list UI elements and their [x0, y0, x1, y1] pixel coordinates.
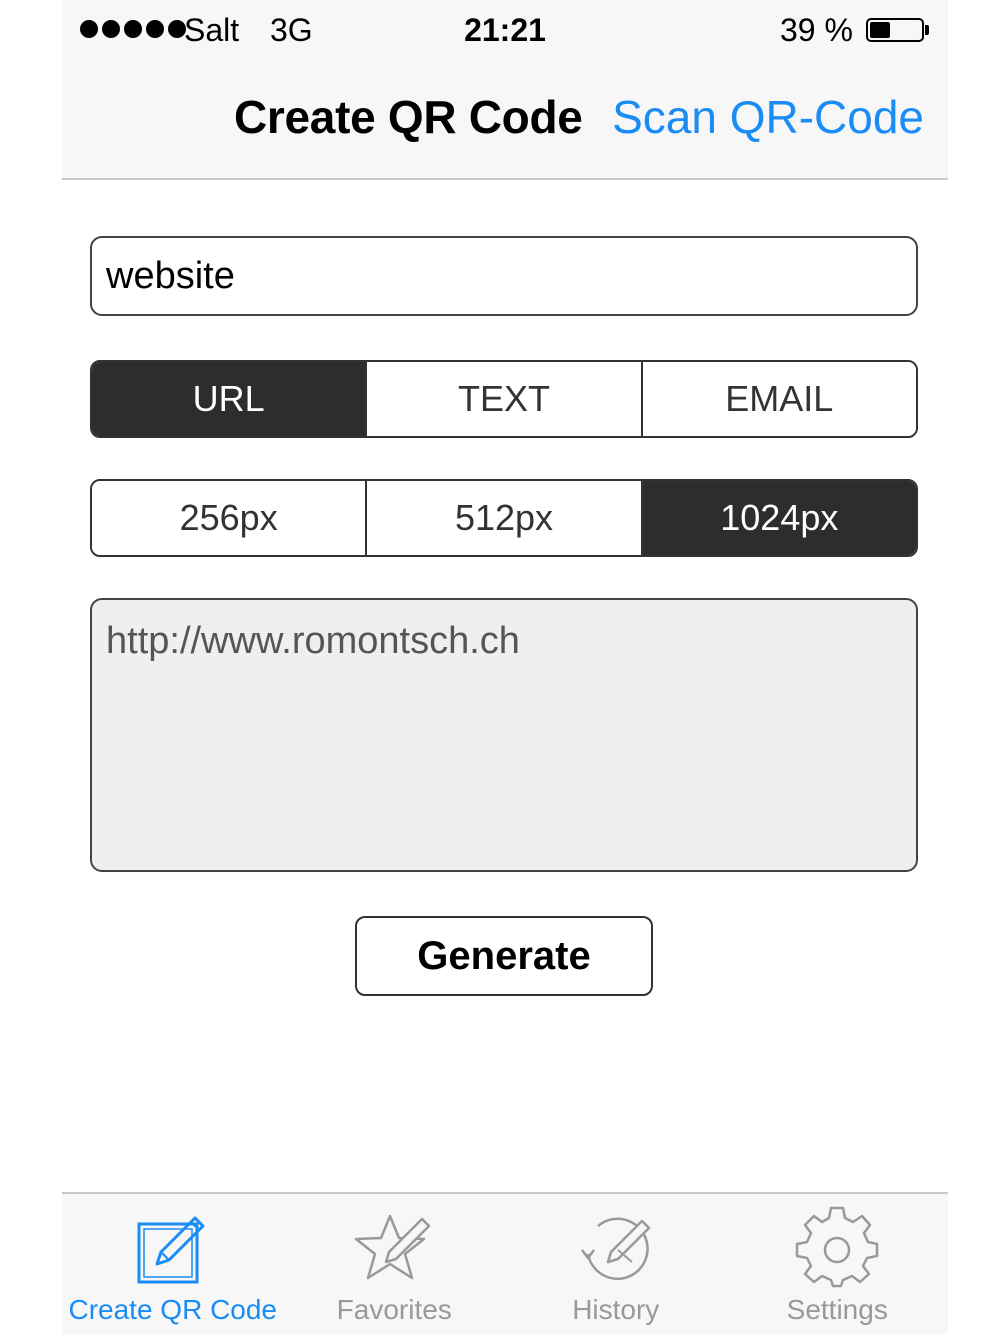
page-title: Create QR Code: [234, 91, 583, 143]
gear-icon: [796, 1206, 879, 1288]
generate-button[interactable]: Generate: [355, 916, 653, 996]
segment-email[interactable]: EMAIL: [640, 362, 916, 436]
type-segmented-control: URL TEXT EMAIL: [90, 360, 918, 438]
size-segmented-control: 256px 512px 1024px: [90, 479, 918, 557]
battery-icon: [866, 18, 924, 42]
tab-label-create: Create QR Code: [68, 1294, 278, 1325]
scan-qr-code-link[interactable]: Scan QR-Code: [612, 90, 924, 144]
segment-text[interactable]: TEXT: [365, 362, 641, 436]
clock-pencil-icon: [580, 1217, 650, 1280]
content-textarea[interactable]: http://www.romontsch.ch: [90, 598, 918, 872]
pencil-square-icon: [137, 1216, 205, 1284]
battery-percent: 39 %: [780, 12, 853, 48]
tab-create-qr-code[interactable]: Create QR Code: [62, 1194, 284, 1334]
tab-bar: Create QR Code Favorites History Setting…: [62, 1192, 948, 1334]
segment-256px[interactable]: 256px: [92, 481, 366, 555]
tab-history[interactable]: History: [505, 1194, 727, 1334]
tab-label-history: History: [572, 1294, 660, 1325]
tab-settings[interactable]: Settings: [727, 1194, 949, 1334]
star-pencil-icon: [355, 1214, 431, 1280]
tab-label-favorites: Favorites: [336, 1294, 452, 1325]
segment-512px[interactable]: 512px: [365, 481, 641, 555]
tab-label-settings: Settings: [786, 1294, 888, 1325]
app-screen: Salt 3G 21:21 39 % Create QR Code Scan Q…: [62, 0, 948, 1334]
status-bar: Salt 3G 21:21 39 %: [62, 0, 948, 62]
name-input[interactable]: website: [90, 236, 918, 316]
segment-url[interactable]: URL: [92, 362, 366, 436]
top-bar: Salt 3G 21:21 39 % Create QR Code Scan Q…: [62, 0, 948, 180]
segment-1024px[interactable]: 1024px: [640, 481, 916, 555]
tab-favorites[interactable]: Favorites: [284, 1194, 506, 1334]
